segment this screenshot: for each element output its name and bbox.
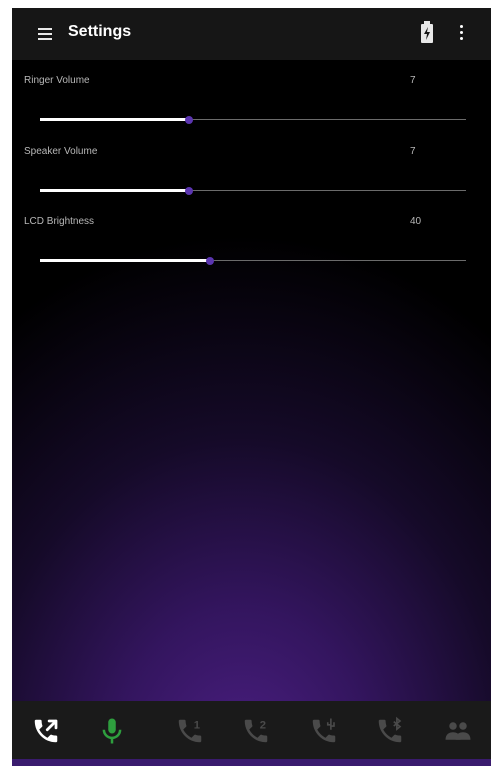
lcd-brightness-label: LCD Brightness	[24, 216, 95, 227]
call-transfer-icon	[34, 719, 58, 743]
more-vert-icon[interactable]	[452, 22, 472, 44]
page-title: Settings	[68, 23, 132, 40]
bluetooth-call-icon	[378, 716, 402, 743]
call-transfer-button[interactable]	[22, 709, 70, 753]
line-badge: 2	[260, 720, 266, 732]
battery-charging-icon	[421, 21, 433, 43]
lcd-brightness-setting: LCD Brightness 40	[12, 216, 491, 282]
speaker-volume-slider[interactable]	[40, 184, 466, 198]
speaker-volume-value: 7	[410, 146, 416, 157]
slider-fill	[40, 189, 189, 192]
bottom-edge-strip	[12, 759, 491, 766]
ringer-volume-value: 7	[410, 75, 416, 86]
usb-call-button[interactable]	[300, 709, 348, 753]
slider-thumb[interactable]	[206, 257, 214, 265]
ringer-volume-slider[interactable]	[40, 113, 466, 127]
settings-screen: Settings Ringer Volume 7 Speaker Volume …	[12, 8, 491, 766]
slider-thumb[interactable]	[185, 116, 193, 124]
app-bar: Settings	[12, 8, 491, 60]
line-1-call-icon: 1	[178, 720, 202, 743]
ringer-volume-label: Ringer Volume	[24, 75, 90, 86]
conference-button[interactable]	[434, 709, 482, 753]
slider-fill	[40, 259, 210, 262]
microphone-icon	[102, 718, 122, 744]
usb-call-icon	[312, 718, 336, 743]
slider-thumb[interactable]	[185, 187, 193, 195]
lcd-brightness-value: 40	[410, 216, 422, 227]
ringer-volume-setting: Ringer Volume 7	[12, 75, 491, 141]
lcd-brightness-slider[interactable]	[40, 254, 466, 268]
speaker-volume-label: Speaker Volume	[24, 146, 98, 157]
speaker-volume-setting: Speaker Volume 7	[12, 146, 491, 212]
microphone-button[interactable]	[88, 709, 136, 753]
bottom-navigation: 1 2	[12, 701, 491, 759]
line-badge: 1	[194, 720, 200, 732]
slider-fill	[40, 118, 189, 121]
bluetooth-call-button[interactable]	[366, 709, 414, 753]
line-2-call-icon: 2	[244, 720, 268, 743]
line-2-call-button[interactable]: 2	[232, 709, 280, 753]
conference-icon	[445, 722, 471, 740]
hamburger-menu-icon[interactable]	[36, 25, 54, 43]
line-1-call-button[interactable]: 1	[166, 709, 214, 753]
